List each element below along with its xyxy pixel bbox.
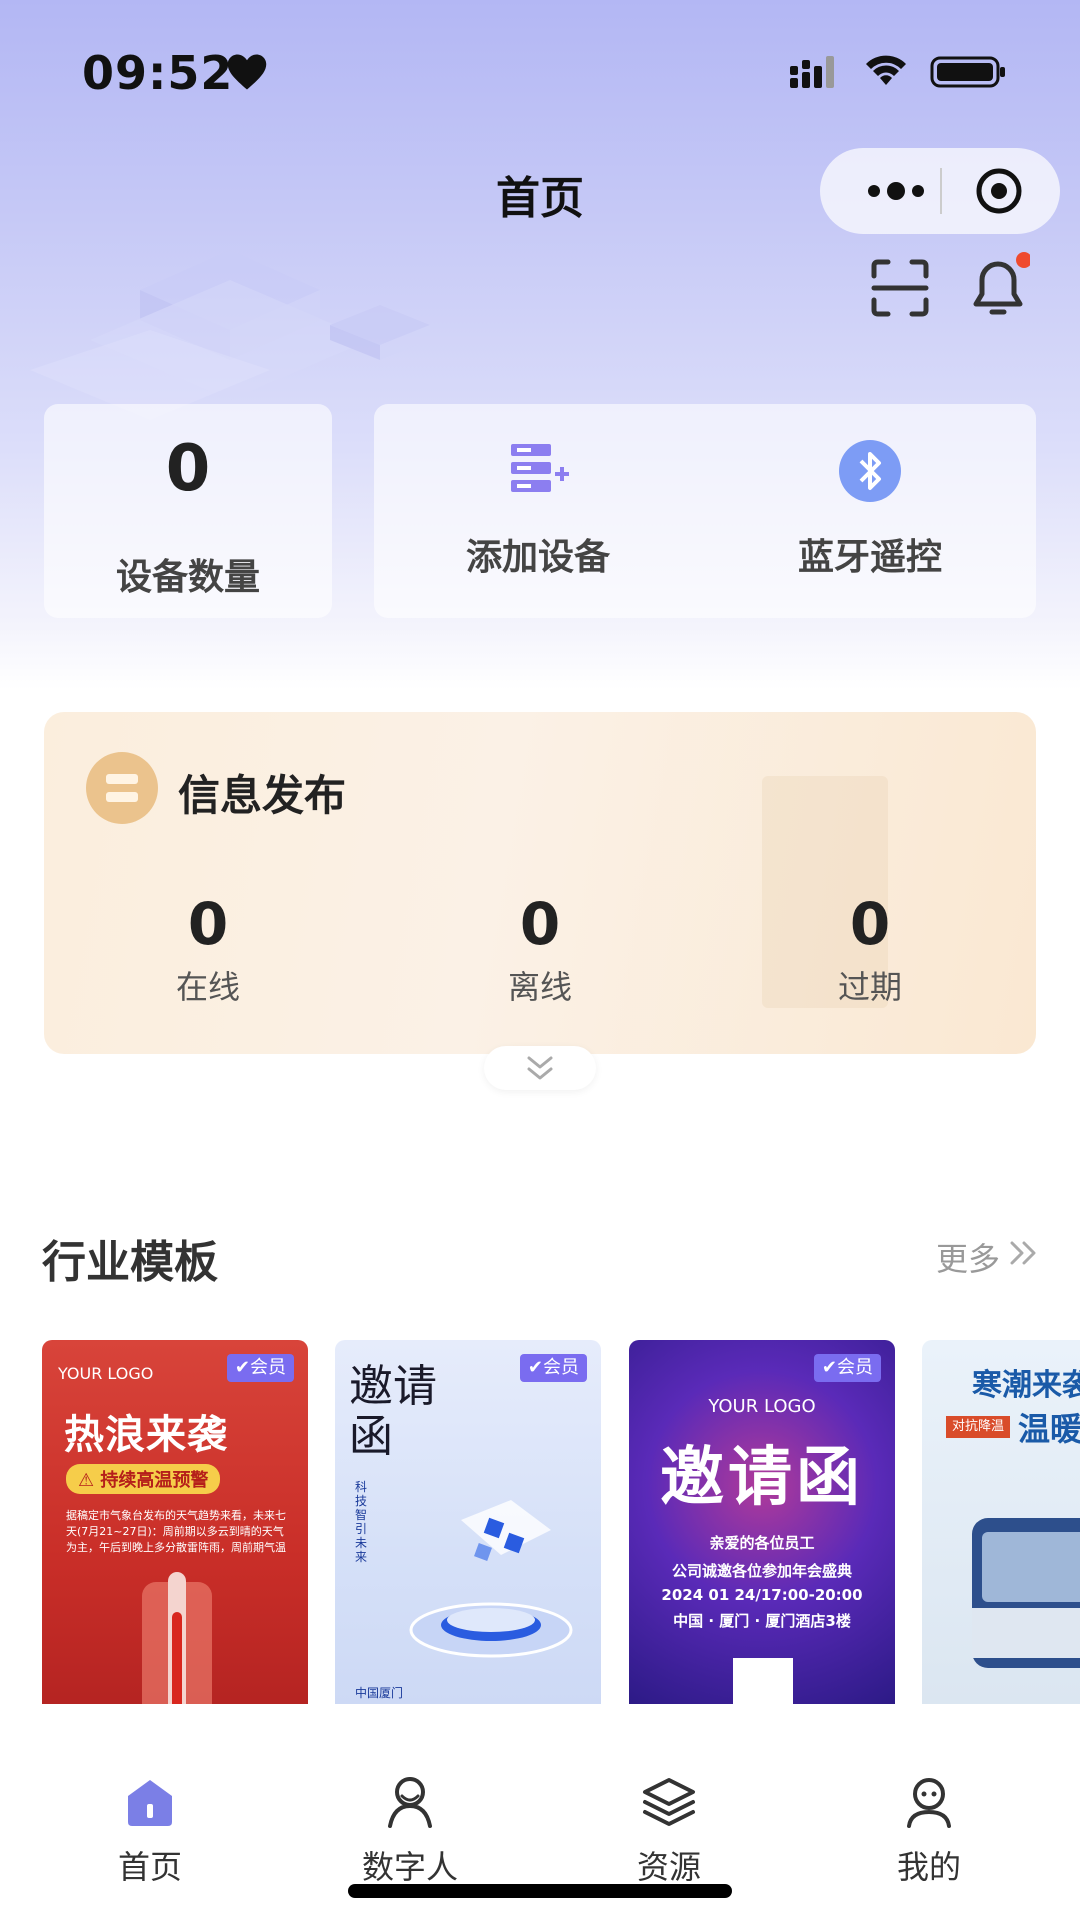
- wifi-icon: [866, 55, 906, 85]
- template-title: 邀请函: [660, 1441, 864, 1515]
- template-subtitle: 温暖: [1018, 1410, 1080, 1448]
- tab-profile-label: 我的: [896, 1848, 961, 1886]
- tab-resources[interactable]: 资源: [594, 1774, 744, 1888]
- template-line: 中国 · 厦门 · 厦门酒店3楼: [673, 1612, 851, 1630]
- stat-expired-label: 过期: [837, 968, 902, 1006]
- stat-offline-value: 0: [519, 890, 561, 958]
- mini-program-capsule: [820, 148, 1060, 234]
- stat-online-value: 0: [187, 890, 229, 958]
- template-line: 2024 01 24/17:00-20:00: [661, 1586, 863, 1604]
- template-title: 寒潮来袭: [972, 1368, 1080, 1403]
- template-card-cold-wave[interactable]: 寒潮来袭 对抗降温 温暖: [922, 1340, 1080, 1704]
- qr-code: [733, 1658, 793, 1704]
- templates-more-link[interactable]: 更多: [936, 1234, 1000, 1280]
- stat-offline[interactable]: 0 离线: [430, 890, 650, 1008]
- isometric-illustration: [30, 250, 430, 420]
- template-line: 公司诚邀各位参加年会盛典: [671, 1562, 852, 1580]
- home-icon: [128, 1780, 172, 1826]
- signal-icon: [790, 56, 834, 88]
- expand-button[interactable]: [484, 1046, 596, 1090]
- status-bar: 09:52: [0, 0, 1080, 140]
- bluetooth-remote-label: 蓝牙遥控: [797, 537, 942, 578]
- tab-digital-human-label: 数字人: [361, 1848, 458, 1886]
- more-dots-icon[interactable]: [856, 166, 936, 216]
- tech-illustration: [409, 1500, 573, 1658]
- info-publish-title: 信息发布: [178, 771, 347, 820]
- capsule-divider: [940, 168, 942, 214]
- template-footer: 中国厦门: [355, 1686, 404, 1700]
- device-count-label: 设备数量: [115, 557, 260, 598]
- target-icon[interactable]: [972, 166, 1026, 216]
- template-card-tech-invitation[interactable]: ✔会员 邀请函 科技智引未来 中国厦门: [335, 1340, 601, 1704]
- bus-illustration: [972, 1518, 1080, 1668]
- tab-digital-human[interactable]: 数字人: [335, 1774, 485, 1888]
- scan-icon[interactable]: [870, 258, 930, 318]
- template-logo: YOUR LOGO: [58, 1364, 154, 1383]
- tab-profile[interactable]: 我的: [854, 1774, 1004, 1888]
- home-indicator[interactable]: [348, 1884, 732, 1898]
- bell-icon[interactable]: [966, 250, 1030, 320]
- bluetooth-icon: [839, 440, 901, 502]
- template-line: 亲爱的各位员工: [709, 1534, 815, 1552]
- tab-resources-label: 资源: [636, 1848, 701, 1886]
- digital-human-icon: [388, 1777, 432, 1828]
- heart-icon: [227, 54, 267, 90]
- template-body-text: 据稿定市气象台发布的天气趋势来看，未来七天(7月21~27日)：周前期以多云到晴…: [66, 1509, 286, 1554]
- stat-offline-label: 离线: [507, 968, 572, 1006]
- stat-online-label: 在线: [175, 968, 240, 1006]
- stat-expired[interactable]: 0 过期: [760, 890, 980, 1008]
- chevron-double-right-icon[interactable]: [1008, 1238, 1040, 1268]
- template-card-annual-invitation[interactable]: ✔会员 YOUR LOGO 邀请函 亲爱的各位员工 公司诚邀各位参加年会盛典 2…: [629, 1340, 895, 1704]
- device-count-value: 0: [165, 432, 211, 506]
- thermometer-illustration: [142, 1572, 212, 1704]
- bluetooth-remote-button[interactable]: 蓝牙遥控: [740, 436, 1000, 580]
- member-badge: ✔会员: [519, 1354, 587, 1382]
- template-warning-pill: ⚠ 持续高温预警: [66, 1464, 221, 1494]
- layers-icon: [643, 1778, 695, 1826]
- stat-online[interactable]: 0 在线: [98, 890, 318, 1008]
- template-card-heatwave[interactable]: YOUR LOGO ✔会员 热浪来袭 ⚠ 持续高温预警 据稿定市气象台发布的天气…: [42, 1340, 308, 1704]
- add-device-button[interactable]: 添加设备: [408, 436, 668, 580]
- info-publish-icon: [86, 752, 158, 824]
- chevron-double-down-icon: [527, 1056, 553, 1080]
- templates-section-title: 行业模板: [42, 1237, 218, 1288]
- profile-icon: [907, 1778, 951, 1828]
- template-title: 邀请函: [349, 1361, 437, 1462]
- status-time: 09:52: [82, 46, 234, 100]
- battery-icon: [930, 56, 1005, 88]
- tab-home-label: 首页: [117, 1848, 182, 1886]
- template-logo: YOUR LOGO: [708, 1396, 816, 1417]
- template-tag: 对抗降温: [946, 1416, 1011, 1438]
- member-badge: ✔会员: [813, 1354, 881, 1382]
- tab-home[interactable]: 首页: [75, 1774, 225, 1888]
- stat-expired-value: 0: [849, 890, 891, 958]
- add-device-icon: [511, 444, 569, 492]
- template-subtitle: 科技智引未来: [355, 1480, 368, 1564]
- member-badge: ✔会员: [226, 1354, 294, 1382]
- add-device-label: 添加设备: [465, 537, 610, 578]
- template-title: 热浪来袭: [64, 1412, 228, 1458]
